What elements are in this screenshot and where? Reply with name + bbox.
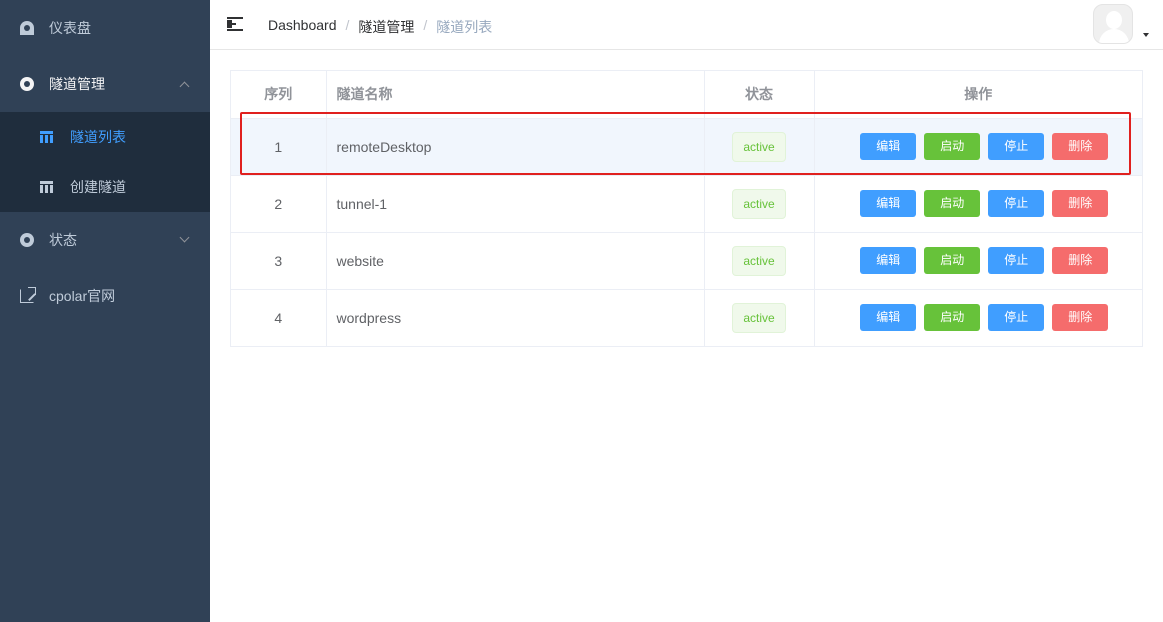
navbar: Dashboard / 隧道管理 / 隧道列表 xyxy=(210,0,1163,50)
start-button[interactable]: 启动 xyxy=(924,247,981,274)
sidebar-item-label: 创建隧道 xyxy=(70,179,126,195)
delete-button[interactable]: 删除 xyxy=(1052,247,1109,274)
grid-icon xyxy=(40,181,53,193)
sidebar-item-cpolar-website[interactable]: cpolar官网 xyxy=(0,268,210,324)
sidebar-item-create-tunnel[interactable]: 创建隧道 xyxy=(0,162,210,212)
breadcrumb-tunnel-list: 隧道列表 xyxy=(436,19,493,35)
row-index: 1 xyxy=(231,118,327,176)
table-row: 1 remoteDesktop active 编辑 启动 停止 删除 xyxy=(231,118,1142,176)
table-row: 3 website active 编辑 启动 停止 删除 xyxy=(231,232,1142,290)
delete-button[interactable]: 删除 xyxy=(1052,304,1109,331)
edit-button[interactable]: 编辑 xyxy=(860,190,917,217)
start-button[interactable]: 启动 xyxy=(924,133,981,160)
table-row: 4 wordpress active 编辑 启动 停止 删除 xyxy=(231,289,1142,347)
hamburger-icon[interactable] xyxy=(227,17,243,31)
breadcrumb-separator: / xyxy=(423,17,428,33)
table-row: 2 tunnel-1 active 编辑 启动 停止 删除 xyxy=(231,175,1142,233)
edit-button[interactable]: 编辑 xyxy=(860,304,917,331)
stop-button[interactable]: 停止 xyxy=(988,190,1045,217)
stop-button[interactable]: 停止 xyxy=(988,304,1045,331)
breadcrumb-separator: / xyxy=(345,17,350,33)
stop-button[interactable]: 停止 xyxy=(988,133,1045,160)
sidebar-item-tunnel-management[interactable]: 隧道管理 xyxy=(0,56,210,112)
row-index: 3 xyxy=(231,232,327,290)
status-badge: active xyxy=(732,302,786,333)
sidebar-item-label: 仪表盘 xyxy=(49,20,91,36)
external-link-icon xyxy=(20,287,36,303)
row-tunnel-name: tunnel-1 xyxy=(326,175,705,233)
submenu-tunnel-management: 隧道列表 创建隧道 xyxy=(0,112,210,212)
start-button[interactable]: 启动 xyxy=(924,304,981,331)
chevron-up-icon xyxy=(179,81,190,92)
status-badge: active xyxy=(732,245,786,276)
breadcrumb: Dashboard / 隧道管理 / 隧道列表 xyxy=(268,17,492,37)
column-header-name: 隧道名称 xyxy=(326,71,705,119)
row-index: 2 xyxy=(231,175,327,233)
row-index: 4 xyxy=(231,289,327,347)
row-tunnel-name: remoteDesktop xyxy=(326,118,705,176)
avatar[interactable] xyxy=(1093,4,1133,44)
sidebar: 仪表盘 隧道管理 隧道列表 创建隧道 状态 cpolar官网 xyxy=(0,0,210,622)
dashboard-icon xyxy=(20,21,34,35)
breadcrumb-dashboard[interactable]: Dashboard xyxy=(268,17,337,37)
status-badge: active xyxy=(732,188,786,219)
tunnel-icon xyxy=(20,77,34,91)
tunnel-table: 序列 隧道名称 状态 操作 1 remoteDesktop active 编辑 … xyxy=(230,70,1143,347)
sidebar-item-label: 隧道列表 xyxy=(70,129,126,145)
delete-button[interactable]: 删除 xyxy=(1052,190,1109,217)
column-header-status: 状态 xyxy=(704,71,815,119)
delete-button[interactable]: 删除 xyxy=(1052,133,1109,160)
grid-icon xyxy=(40,131,53,143)
status-badge: active xyxy=(732,131,786,162)
chevron-down-icon xyxy=(179,232,190,243)
edit-button[interactable]: 编辑 xyxy=(860,133,917,160)
sidebar-item-label: 隧道管理 xyxy=(49,76,105,92)
stop-button[interactable]: 停止 xyxy=(988,247,1045,274)
sidebar-item-status[interactable]: 状态 xyxy=(0,212,210,268)
row-tunnel-name: website xyxy=(326,232,705,290)
sidebar-item-label: cpolar官网 xyxy=(49,288,116,304)
status-icon xyxy=(20,233,34,247)
edit-button[interactable]: 编辑 xyxy=(860,247,917,274)
start-button[interactable]: 启动 xyxy=(924,190,981,217)
sidebar-item-label: 状态 xyxy=(49,232,77,248)
column-header-actions: 操作 xyxy=(814,71,1142,119)
table-header-row: 序列 隧道名称 状态 操作 xyxy=(231,71,1142,119)
sidebar-item-tunnel-list[interactable]: 隧道列表 xyxy=(0,112,210,162)
breadcrumb-tunnel-management[interactable]: 隧道管理 xyxy=(358,17,414,37)
row-tunnel-name: wordpress xyxy=(326,289,705,347)
caret-down-icon[interactable] xyxy=(1143,33,1149,37)
column-header-index: 序列 xyxy=(231,71,327,119)
sidebar-item-dashboard[interactable]: 仪表盘 xyxy=(0,0,210,56)
